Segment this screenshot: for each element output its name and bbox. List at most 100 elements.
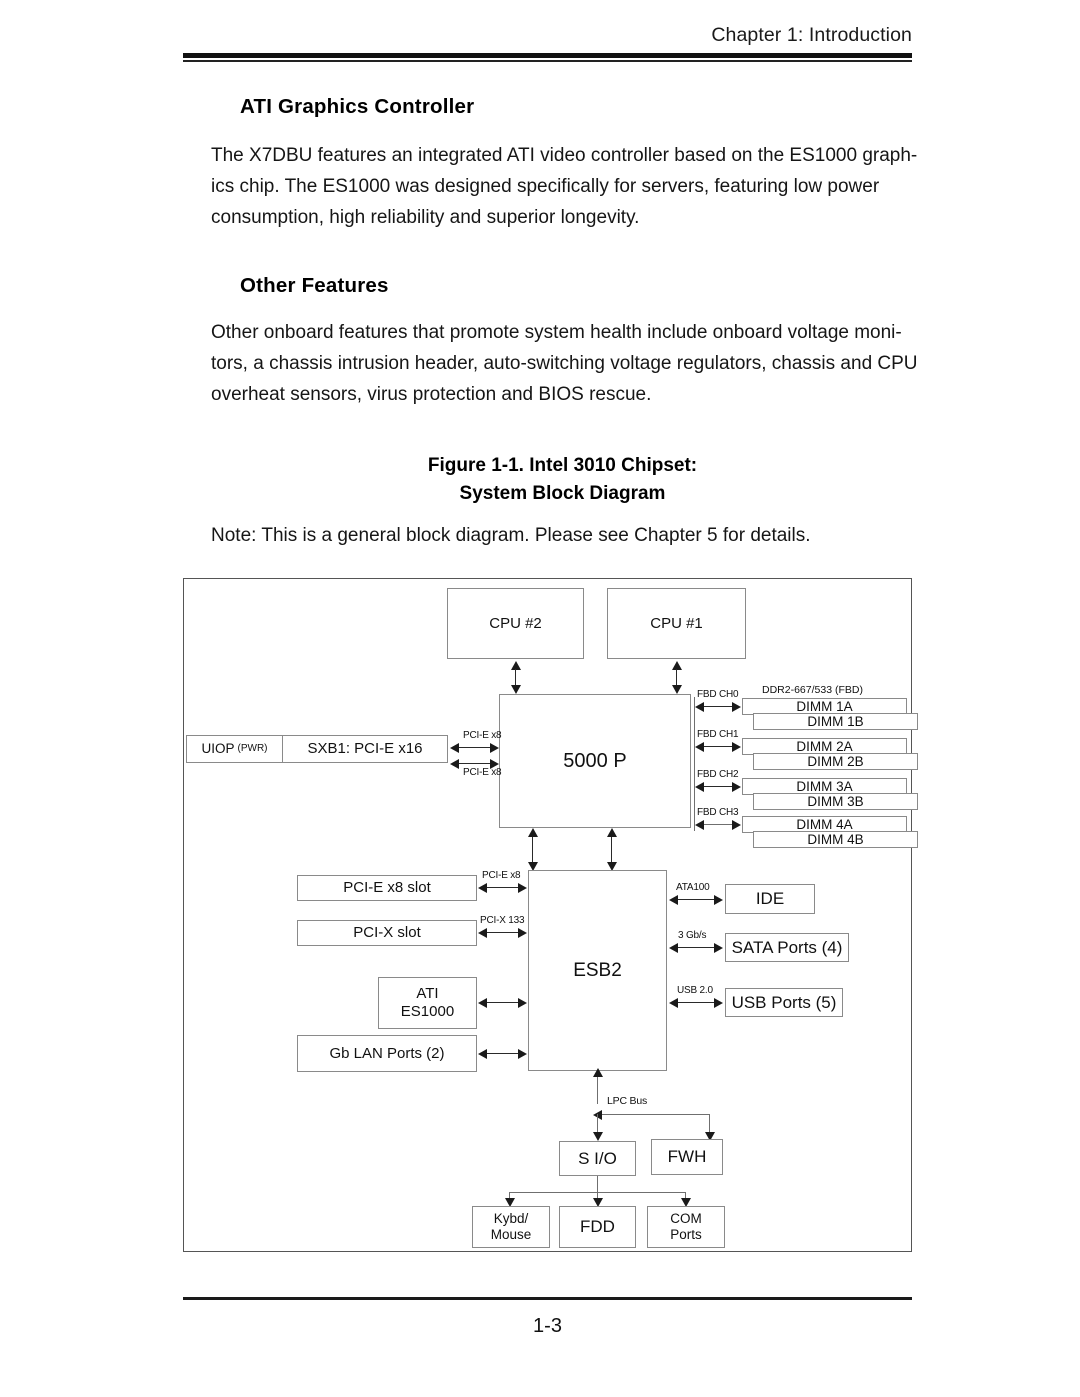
block-sxb1-pcie-x16: SXB1: PCI-E x16 [282,735,448,763]
block-label-line-2: Mouse [490,1227,532,1242]
block-label: DIMM 1B [807,714,864,729]
arrowhead-left [478,928,487,938]
arrowhead-right [490,743,499,753]
block-dimm-1b: DIMM 1B [753,713,918,730]
arrowhead-left [450,759,459,769]
arrowhead-right [714,943,723,953]
arrowhead-right [732,742,741,752]
connector-line [704,746,734,748]
footer-rule [183,1297,912,1300]
connector-label-pcie-x8-lower: PCI-E x8 [463,767,502,778]
connector-line [704,706,734,708]
block-label-line-1: COM [670,1211,702,1226]
block-label: PCI-X slot [353,924,421,941]
arrowhead-left [478,883,487,893]
connector-line [459,747,492,749]
block-label: CPU #2 [489,614,542,632]
heading-other-features: Other Features [240,274,389,297]
connector-label-pcix-133: PCI-X 133 [480,915,525,926]
arrowhead-down [593,1132,603,1141]
arrowhead-left [450,743,459,753]
paragraph-line: overheat sensors, virus protection and B… [211,384,652,405]
block-label: 5000 P [563,750,627,772]
block-cpu-1: CPU #1 [607,588,746,659]
block-usb-ports: USB Ports (5) [725,988,843,1017]
block-com-ports: COM Ports [647,1206,725,1248]
block-label: Gb LAN Ports (2) [329,1044,445,1062]
connector-line [487,1002,520,1004]
block-label: IDE [755,889,785,908]
block-label: DIMM 2B [807,754,864,769]
block-label: DIMM 4A [796,817,853,832]
block-northbridge-5000p: 5000 P [499,694,691,828]
arrowhead-right [518,1049,527,1059]
connector-line [704,824,734,826]
arrowhead-right [714,998,723,1008]
connector-line [678,947,716,949]
connector-line [487,887,520,889]
arrowhead-right [714,895,723,905]
block-label: SXB1: PCI-E x16 [307,740,423,757]
block-label-line-2: ES1000 [400,1003,455,1020]
paragraph-line: ics chip. The ES1000 was designed specif… [211,176,880,197]
block-label-line-1: Kybd/ [493,1211,529,1226]
block-label: PCI-E x8 slot [343,879,431,896]
header-rule-thick [183,53,912,58]
arrowhead-right [732,782,741,792]
lpc-bus-bar [597,1114,710,1116]
figure-caption: Figure 1-1. Intel 3010 Chipset: System B… [211,452,914,508]
heading-ati-graphics-controller: ATI Graphics Controller [240,95,475,118]
figure-caption-line-2: System Block Diagram [459,483,666,504]
block-super-io: S I/O [559,1141,636,1176]
page-header: Chapter 1: Introduction [183,24,912,62]
memory-tech-label: DDR2-667/533 (FBD) [762,684,863,696]
arrowhead-right [732,702,741,712]
block-dimm-4b: DIMM 4B [753,831,918,848]
block-sata-ports: SATA Ports (4) [725,933,849,962]
arrowhead-left [695,820,704,830]
block-dimm-3b: DIMM 3B [753,793,918,810]
arrowhead-right [518,883,527,893]
block-pcie-x8-slot: PCI-E x8 slot [297,875,477,901]
connector-label-3gbs: 3 Gb/s [678,930,707,941]
block-label: ESB2 [573,959,622,981]
connector-line [676,669,678,686]
arrowhead-right [732,820,741,830]
connector-line [459,763,492,765]
paragraph-ati-graphics-controller: The X7DBU features an integrated ATI vid… [211,140,917,233]
block-label-line-1: ATI [416,985,439,1002]
connector-label-ata100: ATA100 [676,882,710,893]
connector-line [597,1176,599,1193]
arrowhead-up [593,1068,603,1077]
arrowhead-left [695,702,704,712]
block-label: S I/O [578,1148,617,1168]
connector-label-fbd-ch0: FBD CH0 [697,689,739,700]
memory-bus-trunk [694,697,696,831]
arrowhead-left [695,782,704,792]
block-label: SATA Ports (4) [731,937,843,957]
connector-label-lpc-bus: LPC Bus [607,1095,648,1107]
block-pcix-slot: PCI-X slot [297,920,477,946]
block-label: FDD [580,1217,615,1236]
block-cpu-2: CPU #2 [447,588,584,659]
connector-line [487,932,520,934]
arrowhead-right [518,998,527,1008]
system-block-diagram: CPU #2 CPU #1 5000 P UIOP (PWR) SXB1: PCI… [183,578,918,1252]
connector-line [678,899,716,901]
block-southbridge-esb2: ESB2 [528,870,667,1071]
block-label-suffix: (PWR) [237,743,268,754]
block-gb-lan-ports: Gb LAN Ports (2) [297,1035,477,1072]
arrowhead-down [511,685,521,694]
arrowhead-left [669,895,678,905]
arrowhead-left [695,742,704,752]
arrowhead-right [518,928,527,938]
block-keyboard-mouse: Kybd/ Mouse [472,1206,550,1248]
arrowhead-left [669,998,678,1008]
connector-label-pcie-x8-upper: PCI-E x8 [463,730,502,741]
block-label-line-2: Ports [670,1227,702,1242]
block-dimm-2b: DIMM 2B [753,753,918,770]
arrowhead-left [478,998,487,1008]
block-label: FWH [667,1147,707,1166]
connector-label-usb20: USB 2.0 [677,985,713,996]
block-label: DIMM 2A [796,739,853,754]
